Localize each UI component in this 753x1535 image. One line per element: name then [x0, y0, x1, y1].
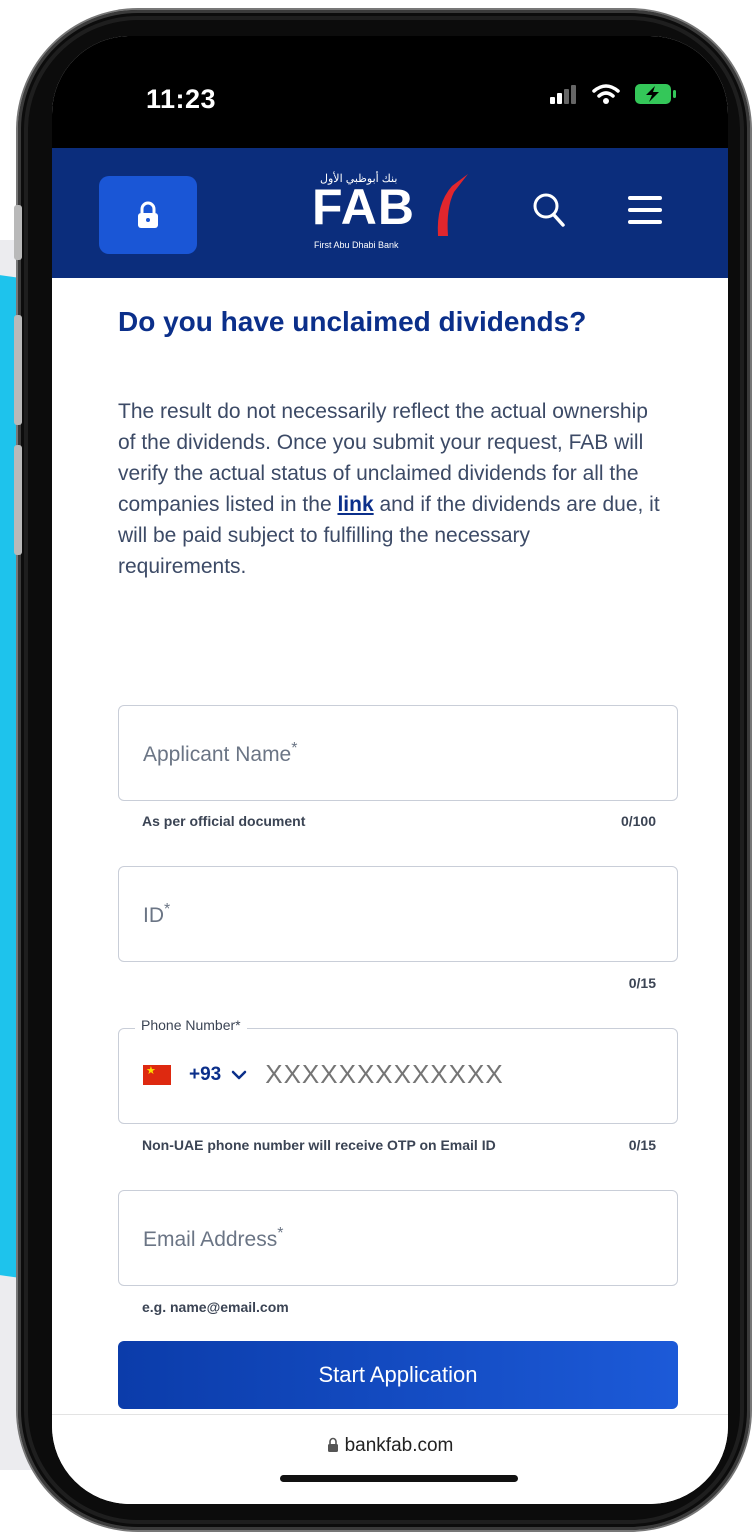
status-time: 11:23: [146, 84, 217, 114]
hamburger-menu-icon: [628, 196, 662, 224]
search-icon: [533, 193, 565, 227]
wifi-icon: [592, 84, 620, 104]
chevron-down-icon[interactable]: [231, 1070, 247, 1080]
country-flag-icon[interactable]: ★: [143, 1064, 171, 1085]
applicant-name-input[interactable]: Applicant Name*: [118, 705, 678, 801]
phone-number-label: Phone Number*: [135, 1017, 247, 1033]
email-address-input[interactable]: Email Address*: [118, 1190, 678, 1286]
main-content: Do you have unclaimed dividends? The res…: [52, 278, 728, 1414]
applicant-name-counter: 0/100: [620, 813, 656, 829]
url-text: bankfab.com: [344, 1435, 454, 1456]
applicant-name-label: Applicant Name*: [143, 740, 298, 766]
site-header: بنك أبوظبي الأول FAB First Abu Dhabi Ban…: [52, 148, 728, 278]
lock-icon: [138, 201, 158, 228]
id-input[interactable]: ID*: [118, 866, 678, 962]
secure-login-button[interactable]: [99, 176, 197, 254]
page-description: The result do not necessarily reflect th…: [118, 396, 663, 582]
phone-row: ★ +93: [143, 1059, 566, 1090]
logo-wordmark: FAB: [312, 179, 415, 235]
status-bar: 11:23: [52, 36, 728, 148]
page-title: Do you have unclaimed dividends?: [118, 306, 587, 337]
logo-subtitle: First Abu Dhabi Bank: [314, 240, 399, 250]
id-counter: 0/15: [628, 975, 656, 991]
status-icons: [550, 82, 678, 106]
start-application-button[interactable]: Start Application: [118, 1341, 678, 1409]
search-button[interactable]: [532, 192, 566, 233]
padlock-icon: [327, 1437, 338, 1452]
logo-arrow-icon: [437, 174, 468, 236]
country-code[interactable]: +93: [189, 1064, 221, 1086]
battery-charging-icon: [635, 84, 676, 104]
id-label: ID*: [143, 901, 171, 927]
phone-screen: 11:23 بنك أبوظبي الأول FAB First Abu Dha…: [52, 36, 728, 1504]
phone-number-input[interactable]: [265, 1059, 566, 1090]
fab-logo[interactable]: بنك أبوظبي الأول FAB First Abu Dhabi Ban…: [312, 172, 474, 258]
home-indicator[interactable]: [280, 1475, 518, 1482]
cellular-signal-icon: [550, 85, 576, 104]
mute-switch: [14, 205, 22, 260]
volume-down-button: [14, 445, 22, 555]
applicant-name-helper: As per official document: [142, 813, 306, 829]
browser-address-bar[interactable]: bankfab.com: [52, 1414, 728, 1504]
companies-link[interactable]: link: [337, 493, 373, 516]
phone-number-counter: 0/15: [628, 1137, 656, 1153]
phone-number-field: Phone Number* ★ +93: [118, 1017, 678, 1124]
menu-button[interactable]: [628, 196, 662, 229]
volume-up-button: [14, 315, 22, 425]
url-display[interactable]: bankfab.com: [52, 1435, 728, 1457]
email-address-label: Email Address*: [143, 1225, 284, 1251]
email-helper: e.g. name@email.com: [142, 1299, 289, 1315]
phone-number-helper: Non-UAE phone number will receive OTP on…: [142, 1137, 496, 1153]
